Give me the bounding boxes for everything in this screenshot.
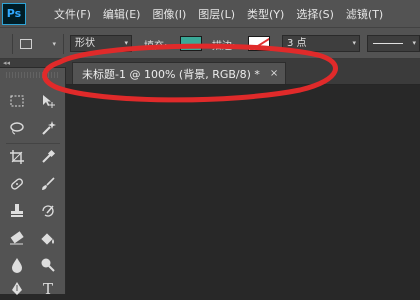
- stroke-color-swatch[interactable]: [248, 36, 270, 51]
- menu-edit[interactable]: 编辑(E): [103, 6, 141, 22]
- shape-mode-select[interactable]: 形状 ▾: [70, 35, 132, 52]
- blur-icon[interactable]: [6, 254, 28, 276]
- stroke-width-field[interactable]: 3 点 ▾: [282, 35, 360, 52]
- shape-mode-value: 形状: [75, 38, 95, 49]
- history-brush-icon[interactable]: [37, 200, 59, 222]
- panel-grip: [6, 72, 60, 78]
- marquee-icon[interactable]: [6, 90, 28, 112]
- document-tab[interactable]: 未标题-1 @ 100% (背景, RGB/8) * ×: [72, 62, 286, 84]
- tools-panel: T: [0, 68, 66, 298]
- menu-filter[interactable]: 滤镜(T): [346, 6, 383, 22]
- divider: [63, 34, 64, 54]
- type-tool-glyph: T: [42, 280, 53, 298]
- move-icon[interactable]: [37, 90, 59, 112]
- eraser-icon[interactable]: [6, 227, 28, 249]
- fill-label: 填充:: [144, 41, 168, 52]
- paint-bucket-icon[interactable]: [37, 227, 59, 249]
- tool-preset-picker[interactable]: ▾: [20, 34, 56, 54]
- divider: [6, 143, 60, 144]
- options-bar: ▾ 形状 ▾ 填充: 描边: 3 点 ▾ ▾: [0, 27, 420, 59]
- dodge-icon[interactable]: [37, 254, 59, 276]
- solid-line-icon: [373, 43, 403, 44]
- photoshop-logo: Ps: [2, 2, 26, 25]
- document-tab-title: 未标题-1 @ 100% (背景, RGB/8) *: [82, 67, 260, 81]
- stroke-label: 描边:: [212, 41, 236, 52]
- fill-color-swatch[interactable]: [180, 36, 202, 51]
- menu-type[interactable]: 类型(Y): [247, 6, 284, 22]
- menu-file[interactable]: 文件(F): [54, 6, 91, 22]
- eyedropper-icon[interactable]: [37, 146, 59, 168]
- brush-icon[interactable]: [37, 173, 59, 195]
- menu-layer[interactable]: 图层(L): [198, 6, 235, 22]
- pen-icon[interactable]: [6, 278, 28, 300]
- chevron-down-icon: ▾: [124, 39, 128, 47]
- options-bar-grip: [12, 34, 13, 54]
- close-icon[interactable]: ×: [270, 68, 278, 79]
- menu-bar: Ps 文件(F) 编辑(E) 图像(I) 图层(L) 类型(Y) 选择(S) 滤…: [0, 0, 420, 27]
- menu-select[interactable]: 选择(S): [296, 6, 334, 22]
- chevron-down-icon: ▾: [412, 39, 416, 47]
- healing-brush-icon[interactable]: [6, 173, 28, 195]
- type-icon[interactable]: T: [37, 278, 59, 300]
- stroke-type-select[interactable]: ▾: [367, 35, 420, 52]
- menu-image[interactable]: 图像(I): [152, 6, 186, 22]
- chevron-down-icon: ▾: [52, 40, 56, 48]
- lasso-icon[interactable]: [6, 117, 28, 139]
- crop-icon[interactable]: [6, 146, 28, 168]
- rectangle-icon: [20, 39, 32, 49]
- tools-collapse-toggle[interactable]: ◂◂: [0, 59, 66, 68]
- document-tab-bar: 未标题-1 @ 100% (背景, RGB/8) * ×: [66, 59, 420, 85]
- chevron-down-icon: ▾: [352, 39, 356, 47]
- magic-wand-icon[interactable]: [37, 117, 59, 139]
- clone-stamp-icon[interactable]: [6, 200, 28, 222]
- stroke-width-value: 3 点: [287, 38, 307, 49]
